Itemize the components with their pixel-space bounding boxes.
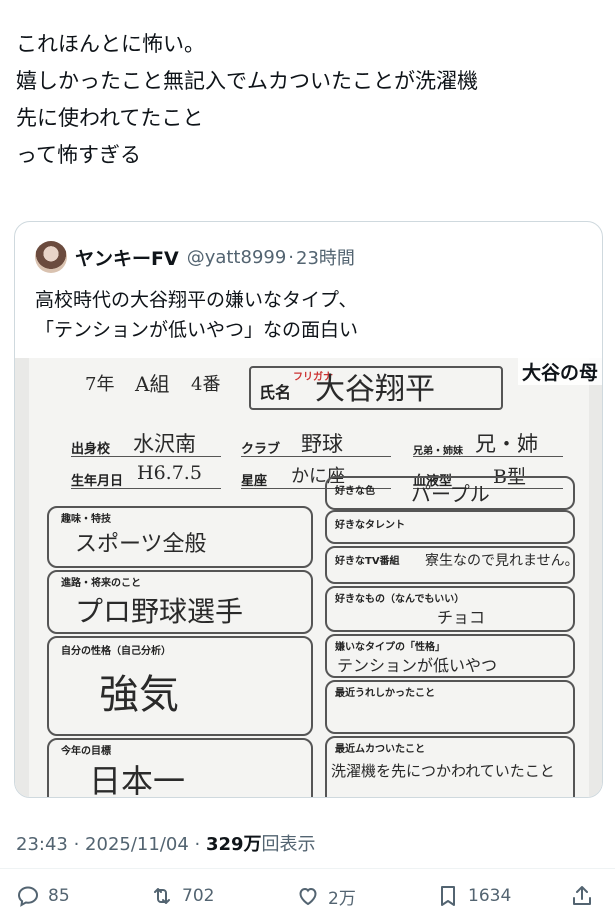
name-label: 氏名	[259, 383, 292, 402]
post-text: これほんとに怖い。 嬉しかったこと無記入でムカついたことが洗濯機 先に使われてた…	[16, 26, 606, 174]
future-label: 進路・将来のこと	[61, 578, 141, 589]
hobby-value: スポーツ全般	[75, 532, 207, 557]
repost-count: 702	[182, 886, 215, 906]
number-value: 4番	[191, 374, 221, 395]
post-meta: 23:43 · 2025/11/04 · 329万回表示	[16, 830, 316, 856]
quoted-display-name[interactable]: ヤンキーFV	[75, 244, 179, 271]
bookmark-icon	[441, 886, 455, 906]
siblings-label: 兄弟・姉妹	[413, 446, 463, 457]
repost-icon	[154, 888, 170, 904]
class-value: A組	[135, 372, 170, 396]
view-suffix: 回表示	[261, 834, 316, 855]
star-label: 星座	[241, 474, 268, 489]
quoted-image[interactable]: 7年 A組 4番 フリガナ 氏名 大谷翔平 出身校 水沢南 クラブ 野球 兄弟・…	[15, 358, 602, 797]
club-label: クラブ	[241, 442, 281, 457]
share-button[interactable]	[570, 878, 602, 914]
post-line: これほんとに怖い。	[16, 32, 205, 56]
quoted-handle[interactable]: @yatt8999	[187, 247, 287, 268]
divider	[0, 868, 615, 869]
heart-icon	[299, 887, 317, 906]
name-value: 大谷翔平	[315, 372, 435, 407]
dislike-value: テンションが低いやつ	[337, 656, 498, 675]
view-count: 329万	[205, 834, 262, 855]
angry-label: 最近ムカついたこと	[335, 744, 425, 755]
thing-label: 好きなもの（なんでもいい）	[335, 594, 465, 605]
future-value: プロ野球選手	[75, 595, 244, 628]
talent-label: 好きなタレント	[335, 520, 405, 531]
reply-icon	[17, 886, 39, 907]
quoted-text: 高校時代の大谷翔平の嫌いなタイプ、 「テンションが低いやつ」なの面白い	[35, 285, 358, 345]
quoted-line: 高校時代の大谷翔平の嫌いなタイプ、	[35, 289, 358, 311]
thing-value: チョコ	[437, 608, 486, 627]
color-value: パープル	[411, 482, 490, 506]
avatar[interactable]	[35, 241, 67, 273]
quoted-time[interactable]: 23時間	[296, 244, 355, 270]
birthday-label: 生年月日	[71, 474, 124, 489]
birthday-value: H6.7.5	[137, 462, 202, 484]
siblings-value: 兄・姉	[475, 432, 538, 456]
color-label: 好きな色	[335, 486, 375, 497]
grade-value: 7年	[85, 374, 115, 395]
post-line: 先に使われてたこと	[16, 106, 204, 130]
bookmark-count: 1634	[468, 886, 512, 906]
goal-label: 今年の目標	[61, 746, 111, 757]
bookmark-button[interactable]: 1634	[436, 878, 511, 914]
like-button[interactable]: 2万	[296, 878, 356, 914]
dislike-label: 嫌いなタイプの「性格」	[335, 642, 445, 653]
post-line: 嬉しかったこと無記入でムカついたことが洗濯機	[16, 69, 478, 93]
quoted-post-header: ヤンキーFV @yatt8999 · 23時間	[35, 240, 355, 274]
school-label: 出身校	[71, 442, 111, 457]
character-value: 強気	[99, 672, 179, 718]
goal-value: 日本一	[89, 762, 186, 797]
post-line: って怖すぎる	[16, 143, 141, 167]
reply-button[interactable]: 85	[16, 878, 70, 914]
tv-label: 好きなTV番組	[335, 556, 400, 567]
happy-label: 最近うれしかったこと	[335, 688, 435, 699]
quoted-line: 「テンションが低いやつ」なの面白い	[35, 319, 359, 341]
reply-count: 85	[48, 886, 70, 906]
birthday-line	[71, 488, 221, 489]
angry-value: 洗濯機を先につかわれていたこと	[331, 762, 555, 780]
character-label: 自分の性格（自己分析）	[61, 646, 171, 657]
tv-caption: 大谷の母	[517, 358, 602, 385]
like-count: 2万	[328, 888, 356, 909]
profile-sheet: 7年 A組 4番 フリガナ 氏名 大谷翔平 出身校 水沢南 クラブ 野球 兄弟・…	[29, 358, 589, 797]
separator-dot: ·	[288, 246, 295, 268]
club-value: 野球	[301, 432, 343, 456]
share-icon	[573, 886, 591, 905]
action-bar: 85 702 2万 1634	[0, 878, 615, 914]
tv-value: 寮生なので見れません。	[425, 553, 579, 569]
repost-button[interactable]: 702	[150, 878, 214, 914]
hobby-label: 趣味・特技	[61, 514, 111, 525]
post-timestamp[interactable]: 23:43 · 2025/11/04 ·	[16, 834, 206, 855]
quoted-post[interactable]: ヤンキーFV @yatt8999 · 23時間 高校時代の大谷翔平の嫌いなタイプ…	[14, 221, 603, 798]
school-value: 水沢南	[133, 432, 196, 456]
